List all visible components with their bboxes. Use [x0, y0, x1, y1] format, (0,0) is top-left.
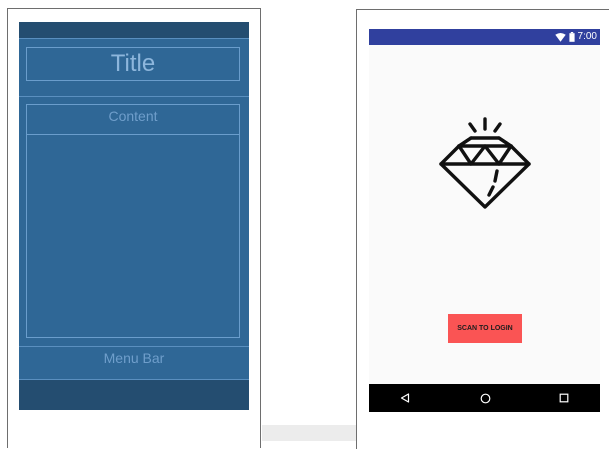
blueprint-title: Title [26, 47, 240, 81]
blueprint-menu-bar: Menu Bar [19, 346, 249, 380]
canvas-gap [262, 425, 356, 441]
battery-icon [568, 32, 575, 42]
blueprint-status-bar [19, 22, 249, 39]
recents-icon [559, 393, 569, 403]
phone-nav-bar [369, 384, 600, 412]
blueprint-content-area: Content [26, 104, 240, 338]
nav-back-button[interactable] [385, 384, 425, 412]
nav-home-button[interactable] [465, 384, 505, 412]
wifi-icon [554, 32, 566, 42]
blueprint-title-zone: Title [19, 38, 249, 97]
home-icon [480, 393, 490, 403]
phone-status-bar: 7:00 [369, 29, 600, 45]
blueprint-nav-bar [19, 380, 249, 410]
status-icons: 7:00 [554, 31, 597, 43]
phone-screen: 7:00 SCAN TO LOGIN [369, 29, 600, 412]
diamond-icon [439, 117, 531, 209]
blueprint-content-label: Content [27, 105, 239, 135]
scan-to-login-button[interactable]: SCAN TO LOGIN [448, 314, 522, 343]
status-time: 7:00 [577, 31, 597, 42]
back-icon [400, 393, 410, 403]
nav-recents-button[interactable] [544, 384, 584, 412]
blueprint-screen: Title Content Menu Bar [19, 22, 249, 410]
